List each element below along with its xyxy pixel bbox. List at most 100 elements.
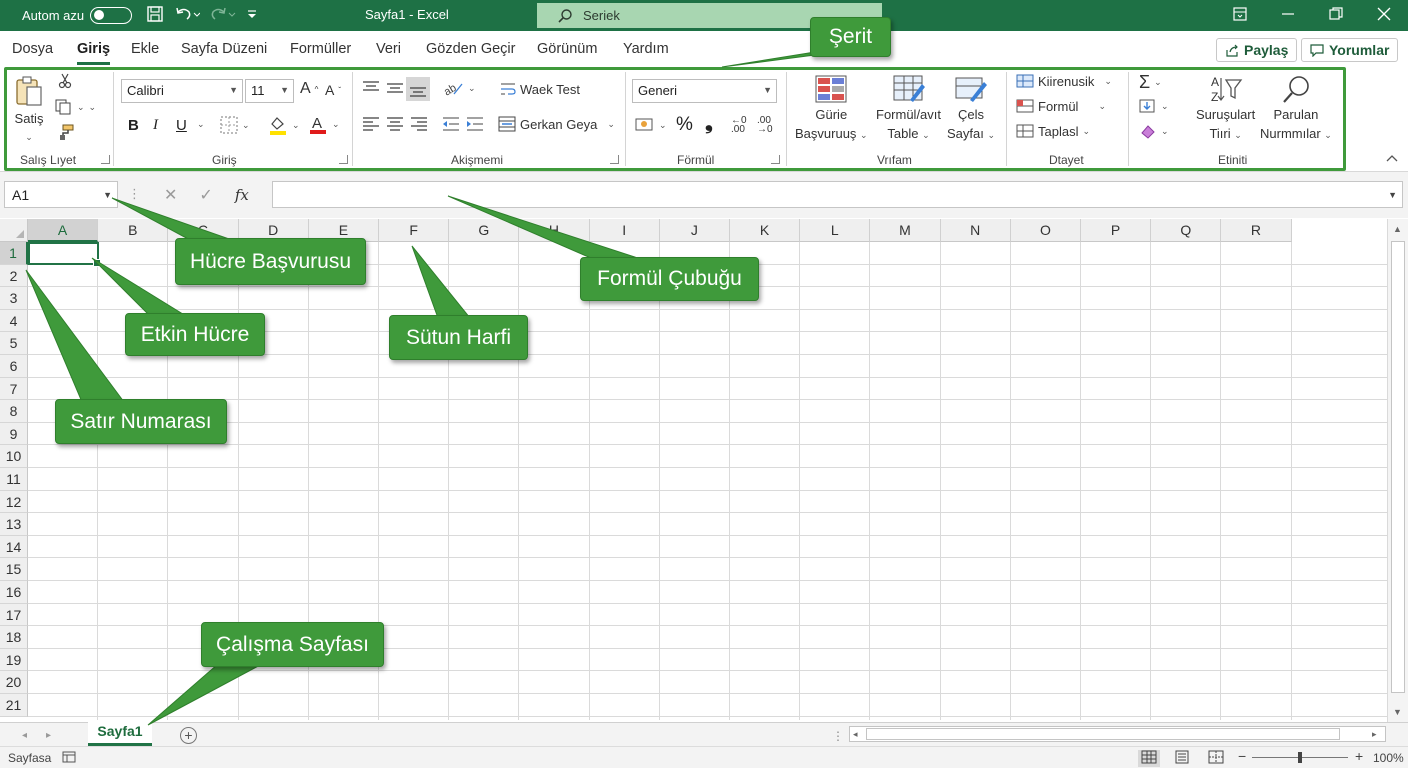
name-box[interactable]: A1 ▼ bbox=[4, 181, 118, 208]
font-size-combo[interactable]: 11 ▼ bbox=[245, 79, 294, 103]
column-header[interactable]: F bbox=[379, 219, 450, 242]
zoom-in-icon[interactable]: + bbox=[1355, 748, 1363, 764]
scroll-left-icon[interactable]: ◂ bbox=[853, 729, 858, 740]
paste-button[interactable]: Satiş ⌄ bbox=[12, 74, 46, 146]
tab-dosya[interactable]: Dosya bbox=[12, 41, 53, 57]
zoom-level[interactable]: 100% bbox=[1373, 751, 1404, 765]
wrap-text-button[interactable]: Waek Test bbox=[500, 81, 580, 97]
enter-icon[interactable]: ✓ bbox=[199, 185, 212, 205]
zoom-slider[interactable] bbox=[1252, 752, 1348, 763]
scroll-right-icon[interactable]: ▸ bbox=[1372, 729, 1377, 740]
decrease-decimal-icon[interactable]: .00 →0 bbox=[757, 116, 773, 135]
ribbon-display-icon[interactable] bbox=[1216, 7, 1264, 24]
row-header[interactable]: 10 bbox=[0, 445, 28, 468]
tab-veri[interactable]: Veri bbox=[376, 41, 401, 57]
row-header[interactable]: 2 bbox=[0, 264, 28, 288]
percent-icon[interactable]: % bbox=[676, 114, 693, 136]
number-format-combo[interactable]: Generi ▼ bbox=[632, 79, 777, 103]
align-bottom-icon[interactable] bbox=[406, 77, 430, 101]
save-icon[interactable] bbox=[146, 5, 164, 23]
tab-sayfa-duzeni[interactable]: Sayfa Düzeni bbox=[181, 41, 267, 57]
row-header[interactable]: 20 bbox=[0, 671, 28, 694]
fill-color-icon[interactable]: ⌄ bbox=[268, 115, 300, 135]
zoom-out-icon[interactable]: − bbox=[1238, 748, 1246, 764]
accounting-format-icon[interactable]: ⌄ bbox=[635, 117, 667, 133]
row-header[interactable]: 18 bbox=[0, 626, 28, 649]
tab-split-handle[interactable]: ⋮ bbox=[832, 729, 844, 743]
autosave-toggle[interactable] bbox=[90, 7, 133, 24]
tab-gozden-gecir[interactable]: Gözden Geçir bbox=[426, 41, 515, 57]
column-header[interactable]: A bbox=[28, 219, 99, 242]
redo-icon[interactable] bbox=[210, 5, 236, 23]
clear-icon[interactable]: ⌄ bbox=[1139, 123, 1169, 139]
column-header[interactable]: B bbox=[98, 219, 169, 242]
column-header[interactable]: O bbox=[1010, 219, 1081, 242]
number-launcher-icon[interactable] bbox=[771, 155, 780, 164]
tab-ekle[interactable]: Ekle bbox=[131, 41, 159, 57]
column-header[interactable]: H bbox=[519, 219, 590, 242]
column-header[interactable]: R bbox=[1221, 219, 1292, 242]
column-header[interactable]: Q bbox=[1151, 219, 1222, 242]
decrease-indent-icon[interactable] bbox=[442, 116, 460, 132]
comma-style-icon[interactable]: ❟ bbox=[705, 112, 713, 135]
cell-styles-button[interactable]: Çels Sayfaı ⌄ bbox=[947, 74, 995, 144]
insert-cells-button[interactable]: Kiirenusik ⌄ bbox=[1016, 73, 1112, 89]
vertical-scroll-thumb[interactable] bbox=[1391, 241, 1405, 693]
comments-button[interactable]: Yorumlar bbox=[1301, 38, 1399, 62]
fill-icon[interactable]: ⌄ bbox=[1139, 98, 1169, 114]
restore-icon[interactable] bbox=[1312, 7, 1360, 24]
close-icon[interactable] bbox=[1360, 7, 1408, 24]
cancel-icon[interactable]: ✕ bbox=[164, 185, 177, 205]
font-color-icon[interactable]: A ⌄ bbox=[308, 114, 340, 134]
column-header[interactable]: G bbox=[449, 219, 520, 242]
collapse-ribbon-icon[interactable] bbox=[1386, 153, 1398, 163]
font-launcher-icon[interactable] bbox=[339, 155, 348, 164]
prev-sheet-icon[interactable]: ◂ bbox=[22, 730, 27, 741]
row-header[interactable]: 14 bbox=[0, 535, 28, 559]
customize-qat-icon[interactable] bbox=[246, 5, 258, 23]
row-header[interactable]: 9 bbox=[0, 422, 28, 446]
undo-icon[interactable] bbox=[174, 5, 200, 23]
increase-decimal-icon[interactable]: ←0.00 bbox=[731, 116, 747, 135]
row-header[interactable]: 7 bbox=[0, 377, 28, 401]
align-left-icon[interactable] bbox=[362, 116, 380, 132]
row-header[interactable]: 6 bbox=[0, 355, 28, 378]
alignment-launcher-icon[interactable] bbox=[610, 155, 619, 164]
increase-indent-icon[interactable] bbox=[466, 116, 484, 132]
copy-icon[interactable]: ⌄ ⌄ bbox=[55, 99, 96, 115]
insert-function-icon[interactable]: fx bbox=[235, 186, 249, 204]
borders-icon[interactable]: ⌄ bbox=[220, 116, 250, 134]
clipboard-launcher-icon[interactable] bbox=[101, 155, 110, 164]
align-middle-icon[interactable] bbox=[386, 80, 404, 96]
row-header[interactable]: 11 bbox=[0, 468, 28, 491]
autosum-icon[interactable]: Σ ⌄ bbox=[1139, 72, 1162, 93]
select-all-button[interactable] bbox=[0, 219, 28, 242]
column-header[interactable]: I bbox=[589, 219, 660, 242]
normal-view-icon[interactable] bbox=[1138, 750, 1160, 767]
row-header[interactable]: 5 bbox=[0, 332, 28, 355]
page-break-view-icon[interactable] bbox=[1208, 750, 1224, 767]
autosave-control[interactable]: Autom azu bbox=[22, 7, 133, 24]
column-header[interactable]: N bbox=[940, 219, 1011, 242]
sort-filter-button[interactable]: AZ Suruşulart Tiıri ⌄ bbox=[1196, 74, 1255, 144]
share-button[interactable]: Paylaş bbox=[1216, 38, 1298, 62]
minimize-icon[interactable] bbox=[1264, 7, 1312, 24]
row-header[interactable]: 1 bbox=[0, 242, 28, 265]
find-select-button[interactable]: Parulan Nurmmılar ⌄ bbox=[1260, 74, 1332, 144]
add-sheet-button[interactable]: + bbox=[180, 727, 197, 744]
formula-input[interactable]: ▼ bbox=[272, 181, 1403, 208]
sheet-tab[interactable]: Sayfa1 bbox=[88, 720, 152, 746]
decrease-font-icon[interactable]: Aˇ bbox=[325, 82, 341, 98]
zoom-slider-thumb[interactable] bbox=[1298, 752, 1302, 763]
row-header[interactable]: 17 bbox=[0, 603, 28, 627]
delete-cells-button[interactable]: Formül ⌄ bbox=[1016, 98, 1106, 114]
row-header[interactable]: 13 bbox=[0, 513, 28, 536]
conditional-formatting-button[interactable]: Gürie Başvuruuş ⌄ bbox=[795, 74, 868, 144]
format-as-table-button[interactable]: Formül/avıt Table ⌄ bbox=[876, 74, 941, 144]
row-header[interactable]: 8 bbox=[0, 400, 28, 423]
align-center-icon[interactable] bbox=[386, 116, 404, 132]
scroll-down-icon[interactable]: ▼ bbox=[1393, 707, 1402, 717]
row-header[interactable]: 3 bbox=[0, 287, 28, 310]
row-header[interactable]: 12 bbox=[0, 490, 28, 514]
underline-icon[interactable]: U bbox=[176, 117, 187, 134]
